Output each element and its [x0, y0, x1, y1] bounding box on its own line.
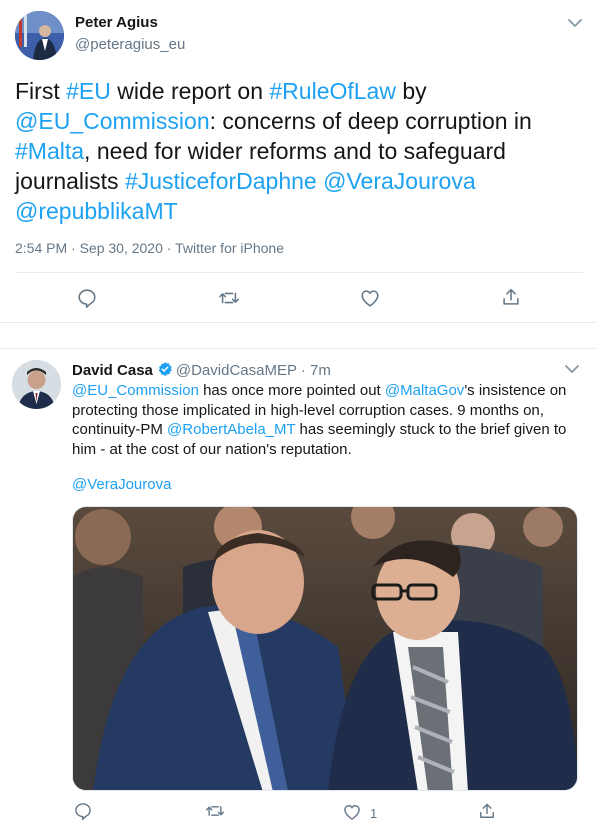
- tweet-text-segment: wide report on: [110, 78, 270, 104]
- mention-link[interactable]: @MaltaGov: [385, 382, 464, 399]
- retweet-icon[interactable]: [205, 801, 227, 823]
- hashtag-link[interactable]: #Malta: [15, 138, 84, 164]
- heart-icon[interactable]: [342, 802, 364, 824]
- reply-icon[interactable]: [76, 287, 98, 309]
- author-name[interactable]: Peter Agius: [75, 14, 158, 31]
- tweet-text-segment: has once more pointed out: [198, 382, 385, 399]
- author-handle[interactable]: @DavidCasaMEP: [176, 362, 297, 379]
- reply-icon[interactable]: [73, 801, 95, 823]
- like-count: 1: [370, 806, 378, 821]
- chevron-down-icon[interactable]: [563, 362, 581, 376]
- share-icon[interactable]: [477, 801, 499, 823]
- tweet-text-segment: by: [395, 78, 427, 104]
- tweet-photo[interactable]: [72, 506, 578, 791]
- author-avatar[interactable]: [15, 11, 64, 60]
- tweet-text: First #EU wide report on #RuleOfLaw by @…: [15, 76, 581, 226]
- tweet-text-segment: : concerns of deep corruption in: [209, 108, 532, 134]
- mention-link[interactable]: @EU_Commission: [15, 108, 210, 134]
- author-avatar[interactable]: [12, 360, 61, 409]
- hashtag-link[interactable]: #JusticeforDaphne: [125, 168, 317, 194]
- mention-link[interactable]: @VeraJourova: [72, 476, 171, 493]
- hashtag-link[interactable]: #RuleOfLaw: [269, 78, 396, 104]
- tweet-text-segment: First: [15, 78, 67, 104]
- hashtag-link[interactable]: #EU: [66, 78, 111, 104]
- author-name[interactable]: David Casa: [72, 362, 153, 379]
- divider: [15, 272, 583, 273]
- tweet-header: David Casa @DavidCasaMEP · 7m: [72, 361, 331, 379]
- main-tweet: Peter Agius @peteragius_eu First #EU wid…: [0, 0, 596, 323]
- mention-link[interactable]: @VeraJourova: [323, 168, 476, 194]
- chevron-down-icon[interactable]: [566, 16, 584, 30]
- retweet-icon[interactable]: [218, 287, 240, 309]
- share-icon[interactable]: [500, 286, 522, 308]
- reply-tweet[interactable]: David Casa @DavidCasaMEP · 7m @EU_Commiss…: [0, 348, 596, 832]
- heart-icon[interactable]: [359, 287, 381, 309]
- mention-link[interactable]: @RobertAbela_MT: [167, 421, 295, 438]
- tweet-timestamp[interactable]: 2:54 PM · Sep 30, 2020 · Twitter for iPh…: [15, 240, 284, 256]
- tweet-text: @EU_Commission has once more pointed out…: [72, 381, 577, 459]
- tweet-time[interactable]: · 7m: [301, 362, 331, 379]
- mention-link[interactable]: @repubblikaMT: [15, 198, 178, 224]
- mention-link[interactable]: @EU_Commission: [72, 382, 199, 399]
- verified-badge-icon: [157, 361, 173, 377]
- author-handle[interactable]: @peteragius_eu: [75, 36, 185, 53]
